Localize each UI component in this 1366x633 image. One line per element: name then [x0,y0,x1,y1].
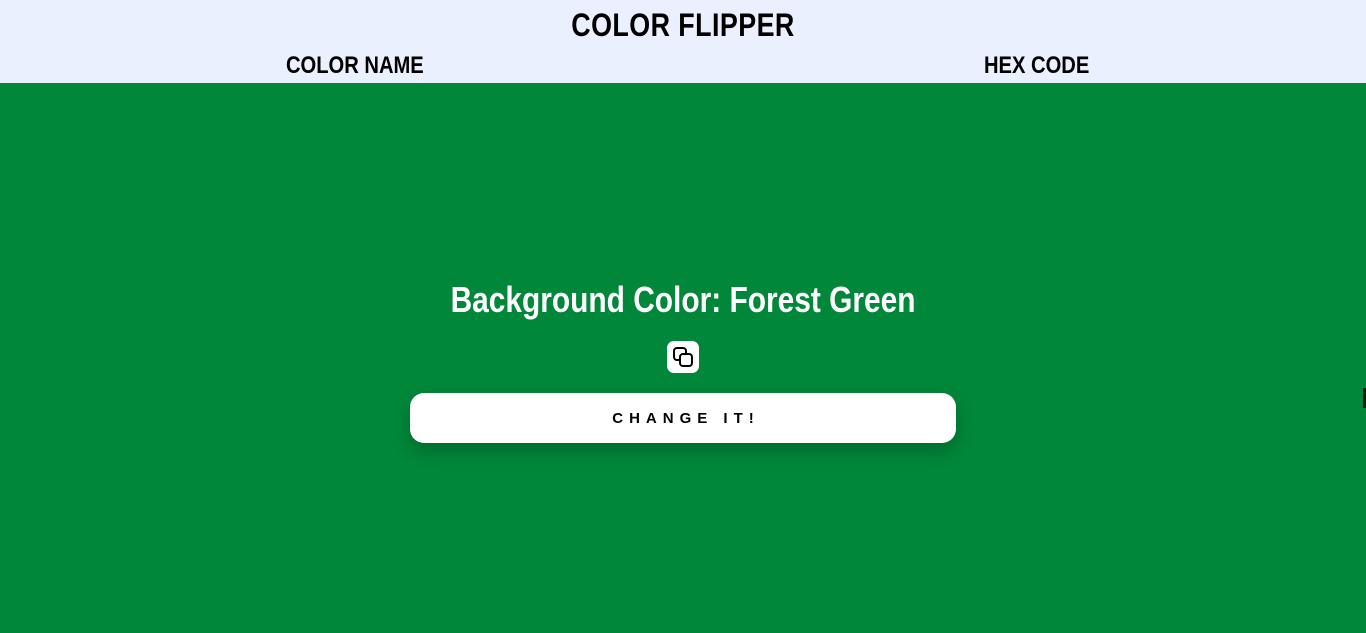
background-color-heading: Background Color: Forest Green [0,279,1366,321]
color-display-area: Background Color: Forest Green CHANGE IT… [0,83,1366,633]
copy-button[interactable] [667,341,699,373]
color-name-value: Forest Green [729,279,916,320]
app-title: COLOR FLIPPER [571,7,795,43]
heading-prefix: Background Color: [450,279,730,320]
header: COLOR FLIPPER COLOR NAME HEX CODE [0,0,1366,83]
nav-color-name-link[interactable]: COLOR NAME [286,52,424,80]
change-color-button[interactable]: CHANGE IT! [410,393,956,443]
nav-hex-code-link[interactable]: HEX CODE [984,52,1089,80]
copy-icon [673,347,693,367]
